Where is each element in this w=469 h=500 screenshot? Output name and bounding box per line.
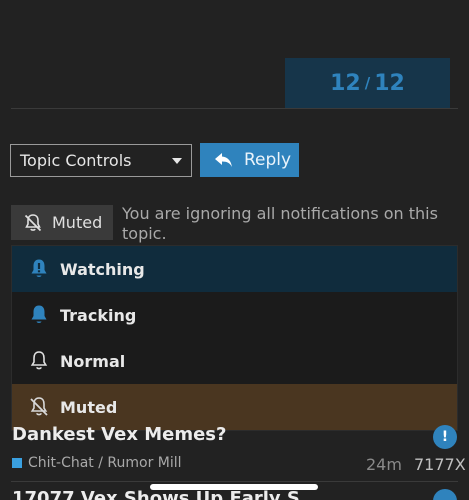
topic-age: 24m — [366, 455, 402, 474]
dropdown-item-label: Tracking — [60, 305, 137, 325]
dropdown-item-label: Normal — [60, 351, 126, 371]
progress-total: 12 — [374, 70, 405, 96]
reply-button[interactable]: Reply — [200, 143, 299, 177]
category-label: Chit-Chat / Rumor Mill — [28, 455, 182, 471]
home-indicator[interactable] — [150, 484, 318, 490]
dropdown-item-normal[interactable]: Normal — [12, 338, 457, 384]
bell-exclamation-icon — [31, 259, 47, 277]
progress-current: 12 — [330, 70, 361, 96]
category-color-square — [12, 458, 22, 468]
dropdown-item-watching[interactable]: Watching — [12, 246, 457, 292]
bell-slash-icon — [30, 397, 48, 416]
topic-controls-label: Topic Controls — [20, 151, 132, 170]
notification-dropdown: Watching Tracking Normal Muted — [11, 245, 458, 431]
divider — [11, 108, 458, 109]
bell-outline-icon — [30, 351, 48, 370]
notification-level-button[interactable]: Muted — [11, 205, 113, 240]
topic-progress[interactable]: 12 / 12 — [285, 58, 450, 108]
notification-level-label: Muted — [52, 213, 103, 232]
topic-views: 7177X — [414, 455, 466, 474]
dropdown-item-label: Muted — [60, 397, 118, 417]
unread-badge[interactable]: ! — [433, 425, 457, 449]
dropdown-item-label: Watching — [60, 259, 145, 279]
category-link[interactable]: Chit-Chat / Rumor Mill — [12, 455, 182, 471]
progress-separator: / — [364, 74, 371, 92]
topic-link[interactable]: Dankest Vex Memes? — [12, 424, 226, 445]
topic-controls-select[interactable]: Topic Controls — [10, 144, 192, 177]
bell-slash-icon — [24, 213, 42, 231]
notification-description: You are ignoring all notifications on th… — [122, 204, 438, 243]
divider — [11, 481, 458, 482]
dropdown-item-tracking[interactable]: Tracking — [12, 292, 457, 338]
unread-badge[interactable] — [433, 489, 457, 500]
caret-down-icon — [172, 158, 182, 164]
bell-icon — [31, 305, 47, 323]
reply-label: Reply — [244, 150, 292, 170]
reply-icon — [215, 153, 232, 167]
